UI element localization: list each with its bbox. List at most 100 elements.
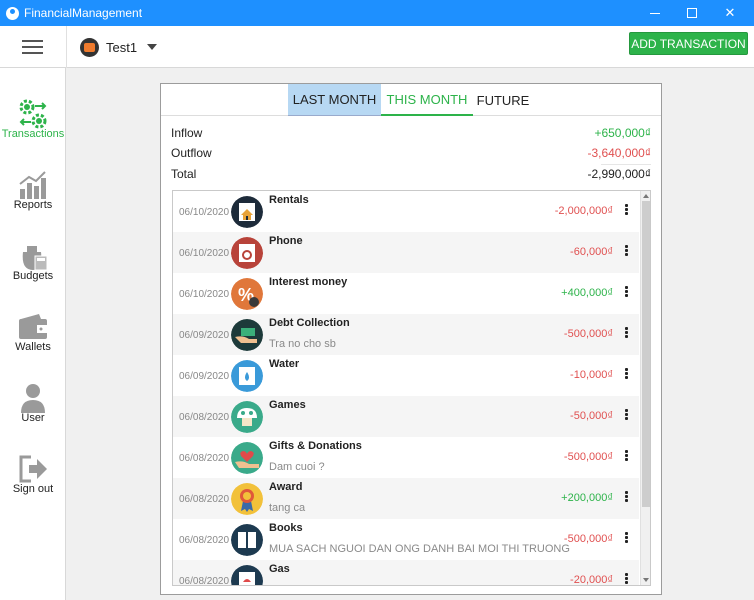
wallets-icon xyxy=(19,314,47,339)
close-button[interactable]: ✕ xyxy=(713,0,747,26)
list-scrollbar[interactable] xyxy=(640,191,650,585)
transaction-category: Books xyxy=(269,522,303,534)
transaction-row[interactable]: 06/10/2020 Rentals -2,000,000₫ xyxy=(173,191,639,232)
more-options-icon[interactable] xyxy=(625,245,628,257)
sidebar-item-transactions[interactable]: Transactions xyxy=(0,86,66,146)
transaction-amount: -500,000₫ xyxy=(563,328,613,340)
mushroom-icon xyxy=(231,401,263,433)
close-icon: ✕ xyxy=(724,5,736,20)
transaction-category: Games xyxy=(269,399,306,411)
window-title: FinancialManagement xyxy=(24,6,143,20)
sidebar: Transactions Reports Budgets Wallets Use… xyxy=(0,68,66,600)
inflow-row: Inflow +650,000₫ xyxy=(171,124,651,142)
transaction-row[interactable]: 06/08/2020 Gas -20,000₫ xyxy=(173,560,639,586)
title-bar: FinancialManagement ✕ xyxy=(0,0,754,26)
book-icon xyxy=(231,524,263,556)
more-options-icon[interactable] xyxy=(625,327,628,339)
transaction-note: MUA SACH NGUOI DAN ONG DANH BAI MOI THI … xyxy=(269,543,570,555)
period-tabs: LAST MONTH THIS MONTH FUTURE xyxy=(161,84,661,116)
transaction-amount: -50,000₫ xyxy=(570,410,613,422)
user-icon xyxy=(21,384,45,413)
more-options-icon[interactable] xyxy=(625,450,628,462)
more-options-icon[interactable] xyxy=(625,409,628,421)
divider xyxy=(66,26,67,68)
transaction-date: 06/09/2020 xyxy=(179,371,230,382)
transaction-category: Interest money xyxy=(269,276,348,288)
outflow-label: Outflow xyxy=(171,146,212,160)
more-options-icon[interactable] xyxy=(625,573,628,585)
more-options-icon[interactable] xyxy=(625,204,628,216)
hamburger-menu-icon[interactable] xyxy=(22,40,43,54)
add-transaction-button[interactable]: ADD TRANSACTION xyxy=(629,32,748,55)
sidebar-item-label: Budgets xyxy=(12,270,54,282)
more-options-icon[interactable] xyxy=(625,286,628,298)
transaction-date: 06/08/2020 xyxy=(179,576,230,586)
transaction-amount: +200,000₫ xyxy=(561,492,613,504)
sidebar-item-label: Wallets xyxy=(15,341,51,353)
transaction-amount: -20,000₫ xyxy=(570,574,613,586)
more-options-icon[interactable] xyxy=(625,491,628,503)
total-value: -2,990,000₫ xyxy=(587,167,651,181)
transaction-category: Water xyxy=(269,358,300,370)
transaction-row[interactable]: 06/10/2020 % Interest money +400,000₫ xyxy=(173,273,639,314)
inflow-value: +650,000₫ xyxy=(594,126,651,140)
inflow-label: Inflow xyxy=(171,126,203,140)
transaction-row[interactable]: 06/08/2020 Gifts & Donations Dam cuoi ? … xyxy=(173,437,639,478)
transaction-date: 06/10/2020 xyxy=(179,289,230,300)
transaction-row[interactable]: 06/09/2020 Debt Collection Tra no cho sb… xyxy=(173,314,639,355)
sidebar-item-label: Reports xyxy=(13,199,53,211)
sidebar-item-label: User xyxy=(21,412,45,424)
sidebar-item-wallets[interactable]: Wallets xyxy=(0,299,66,359)
total-label: Total xyxy=(171,167,197,181)
transaction-row[interactable]: 06/09/2020 Water -10,000₫ xyxy=(173,355,639,396)
more-options-icon[interactable] xyxy=(625,532,628,544)
transaction-date: 06/08/2020 xyxy=(179,494,230,505)
transaction-row[interactable]: 06/08/2020 Books MUA SACH NGUOI DAN ONG … xyxy=(173,519,639,560)
transaction-amount: -500,000₫ xyxy=(563,533,613,545)
transaction-amount: -10,000₫ xyxy=(570,369,613,381)
tab-last-month[interactable]: LAST MONTH xyxy=(288,84,381,116)
transaction-category: Rentals xyxy=(269,194,309,206)
percent-icon: % xyxy=(231,278,263,310)
scroll-down-icon[interactable] xyxy=(643,578,649,582)
transaction-date: 06/10/2020 xyxy=(179,248,230,259)
transaction-list[interactable]: 06/10/2020 Rentals -2,000,000₫ 06/10/202… xyxy=(172,190,651,586)
outflow-row: Outflow -3,640,000₫ xyxy=(171,144,651,162)
scrollbar-thumb[interactable] xyxy=(642,201,650,507)
transaction-date: 06/08/2020 xyxy=(179,535,230,546)
sidebar-item-reports[interactable]: Reports xyxy=(0,157,66,217)
transaction-date: 06/08/2020 xyxy=(179,412,230,423)
transaction-row[interactable]: 06/10/2020 Phone -60,000₫ xyxy=(173,232,639,273)
sidebar-item-sign-out[interactable]: Sign out xyxy=(0,441,66,501)
transaction-category: Gas xyxy=(269,563,290,575)
minimize-icon xyxy=(650,12,660,14)
medal-icon xyxy=(231,483,263,515)
more-options-icon[interactable] xyxy=(625,368,628,380)
phone-icon xyxy=(231,237,263,269)
tab-future[interactable]: FUTURE xyxy=(473,84,533,116)
transaction-category: Debt Collection xyxy=(269,317,350,329)
minimize-button[interactable] xyxy=(638,0,672,26)
money-hand-icon xyxy=(231,319,263,351)
sidebar-item-label: Transactions xyxy=(1,128,65,140)
transaction-row[interactable]: 06/08/2020 Games -50,000₫ xyxy=(173,396,639,437)
house-icon xyxy=(231,196,263,228)
wallet-icon xyxy=(80,37,99,57)
water-drop-icon xyxy=(231,360,263,392)
sidebar-item-user[interactable]: User xyxy=(0,370,66,430)
wallet-selector[interactable]: Test1 xyxy=(80,36,158,58)
sidebar-item-budgets[interactable]: Budgets xyxy=(0,228,66,288)
transaction-note: Tra no cho sb xyxy=(269,338,336,350)
transaction-date: 06/10/2020 xyxy=(179,207,230,218)
scroll-up-icon[interactable] xyxy=(643,194,649,198)
heart-hand-icon xyxy=(231,442,263,474)
maximize-button[interactable] xyxy=(675,0,709,26)
transaction-row[interactable]: 06/08/2020 Award tang ca +200,000₫ xyxy=(173,478,639,519)
sign-out-icon xyxy=(19,455,47,483)
transaction-category: Phone xyxy=(269,235,303,247)
outflow-value: -3,640,000₫ xyxy=(587,146,651,160)
transactions-panel: LAST MONTH THIS MONTH FUTURE Inflow +650… xyxy=(160,83,662,595)
total-row: Total -2,990,000₫ xyxy=(171,165,651,183)
transaction-amount: -60,000₫ xyxy=(570,246,613,258)
tab-this-month[interactable]: THIS MONTH xyxy=(381,84,473,116)
